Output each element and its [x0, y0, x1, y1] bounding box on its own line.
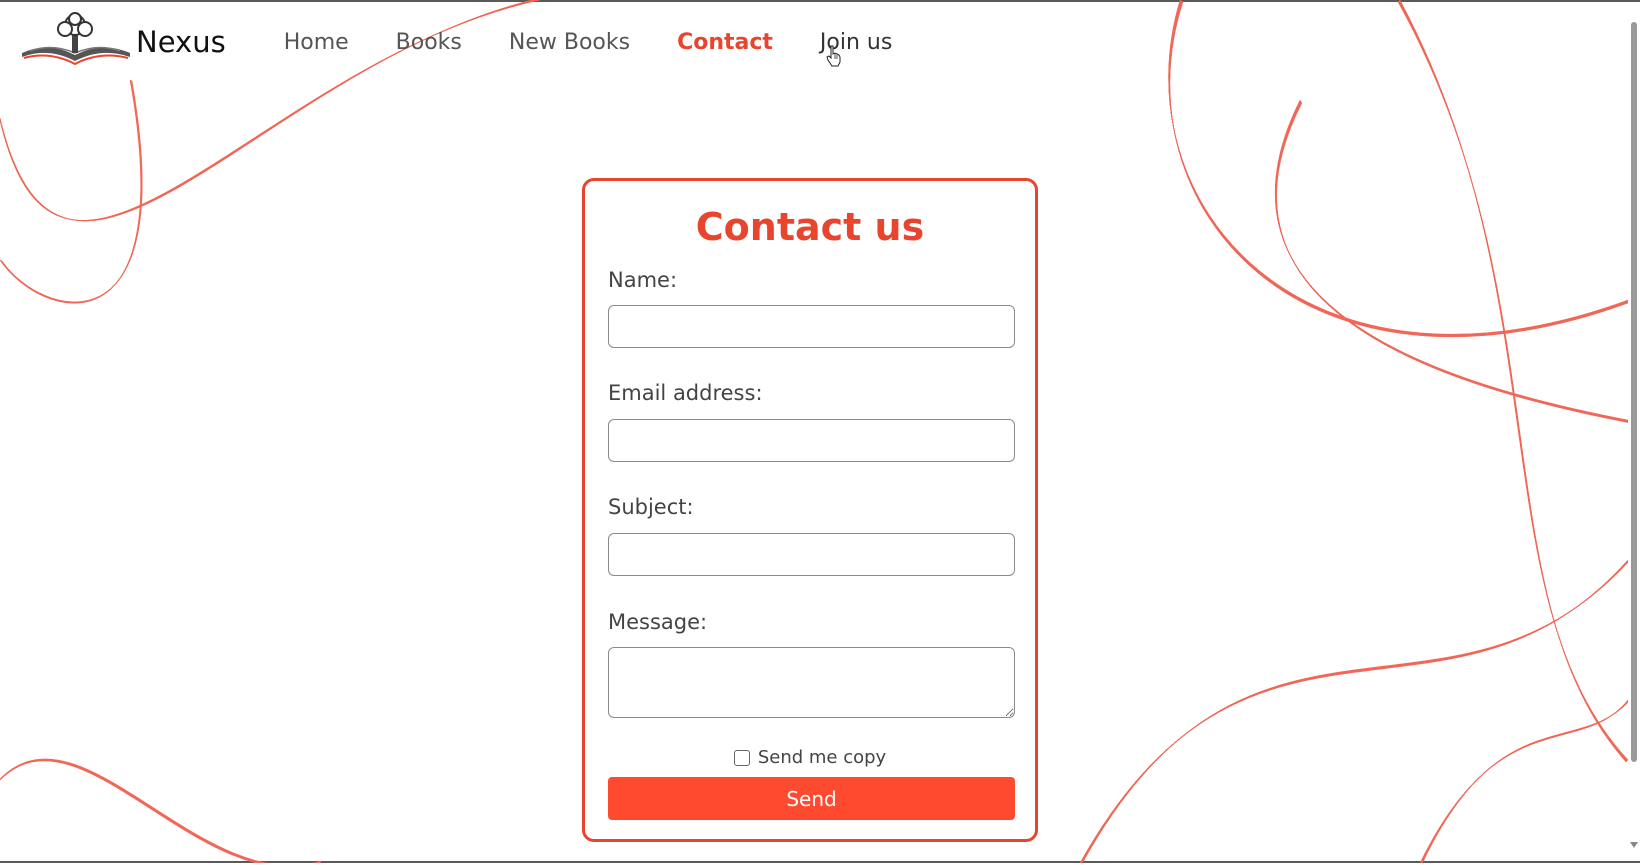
- contact-form-card: Contact us Name: Email address: Subject:…: [582, 178, 1038, 842]
- nav-link-books[interactable]: Books: [396, 30, 462, 55]
- email-label: Email address:: [608, 381, 763, 405]
- book-tree-logo-icon: [20, 11, 132, 73]
- message-textarea[interactable]: [608, 647, 1015, 718]
- vertical-scrollbar[interactable]: [1628, 2, 1640, 861]
- subject-label: Subject:: [608, 495, 694, 519]
- send-copy-row: Send me copy: [585, 747, 1035, 768]
- send-button[interactable]: Send: [608, 777, 1015, 820]
- send-copy-label[interactable]: Send me copy: [758, 747, 886, 768]
- nav-link-home[interactable]: Home: [284, 30, 349, 55]
- message-label: Message:: [608, 610, 708, 634]
- email-input[interactable]: [608, 419, 1015, 462]
- name-input[interactable]: [608, 305, 1015, 348]
- hand-cursor-icon: [826, 45, 842, 71]
- brand[interactable]: Nexus: [20, 11, 226, 73]
- navbar: Nexus Home Books New Books Contact Join …: [20, 8, 892, 76]
- name-label: Name:: [608, 268, 678, 292]
- nav-link-contact[interactable]: Contact: [677, 30, 773, 55]
- scrollbar-thumb[interactable]: [1631, 22, 1637, 762]
- send-copy-checkbox[interactable]: [733, 749, 750, 766]
- subject-input[interactable]: [608, 533, 1015, 576]
- nav-links: Home Books New Books Contact Join us: [284, 30, 893, 55]
- nav-link-new-books[interactable]: New Books: [509, 30, 630, 55]
- form-title: Contact us: [695, 205, 925, 249]
- scroll-down-arrow-icon[interactable]: [1630, 842, 1638, 848]
- brand-name: Nexus: [136, 25, 226, 59]
